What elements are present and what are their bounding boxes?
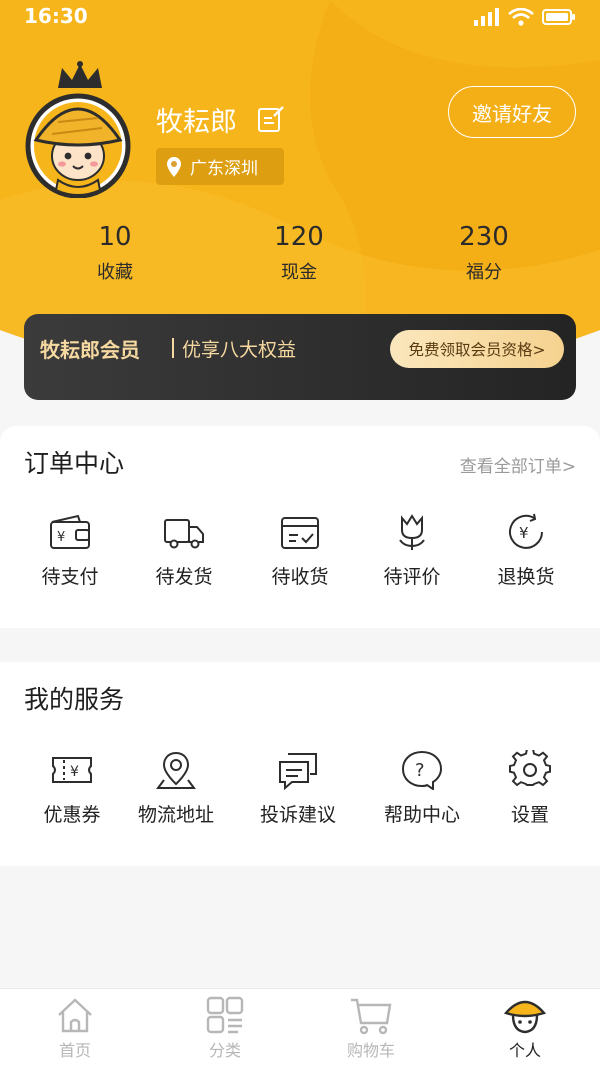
tab-profile[interactable]: 个人 xyxy=(450,995,600,1061)
user-name: 牧耘郎 xyxy=(156,107,237,138)
svg-text:?: ? xyxy=(415,760,425,781)
chat-icon xyxy=(279,753,317,790)
refund-icon: ¥ xyxy=(509,513,543,549)
status-bar: 16:30 xyxy=(0,0,600,34)
tab-label: 首页 xyxy=(58,1041,91,1060)
profile-hat-icon xyxy=(503,1000,547,1034)
gear-icon xyxy=(509,750,551,787)
tab-home[interactable]: 首页 xyxy=(0,995,150,1061)
category-icon xyxy=(206,996,244,1034)
wallet-icon: ¥ xyxy=(50,514,90,549)
avatar[interactable] xyxy=(22,58,140,199)
my-services-card: 我的服务 ¥ 优惠券 物流地址 投诉建议 ? 帮助中心 设置 xyxy=(0,662,600,866)
service-settings[interactable]: 设置 xyxy=(470,750,590,827)
service-label: 设置 xyxy=(510,804,549,826)
service-label: 优惠券 xyxy=(43,804,101,826)
signal-icon xyxy=(474,8,499,26)
tab-label: 购物车 xyxy=(346,1041,395,1060)
stats-row: 10 收藏 120 现金 230 福分 xyxy=(0,222,600,292)
member-subtitle: 优享八大权益 xyxy=(182,339,297,361)
stat-favorites[interactable]: 10 收藏 xyxy=(35,222,195,284)
box-check-icon xyxy=(281,517,319,549)
location-chip: 广东深圳 xyxy=(156,148,284,185)
order-return-exchange[interactable]: ¥ 退换货 xyxy=(466,512,586,589)
stat-label: 福分 xyxy=(466,262,502,283)
tulip-icon xyxy=(399,514,425,550)
order-pending-shipment[interactable]: 待发货 xyxy=(124,512,244,589)
service-logistics-address[interactable]: 物流地址 xyxy=(116,750,236,827)
stat-value: 10 xyxy=(98,222,132,252)
status-time: 16:30 xyxy=(24,4,88,28)
order-label: 待评价 xyxy=(383,566,441,588)
service-complaints[interactable]: 投诉建议 xyxy=(238,750,358,827)
view-all-orders-link[interactable]: 查看全部订单> xyxy=(460,452,576,477)
location-pin-icon xyxy=(156,751,196,789)
bottom-tab-bar: 首页 分类 购物车 个人 xyxy=(0,988,600,1067)
profile-screen: 16:30 牧耘郎 广东深圳 邀请好友 10 收藏 120 现金 230 福分 … xyxy=(0,0,600,1067)
order-label: 待发货 xyxy=(155,566,213,588)
cart-icon xyxy=(351,998,392,1035)
home-icon xyxy=(58,998,92,1033)
my-services-title: 我的服务 xyxy=(24,685,125,714)
order-pending-review[interactable]: 待评价 xyxy=(352,512,472,589)
stat-cash[interactable]: 120 现金 xyxy=(219,222,379,284)
order-pending-receipt[interactable]: 待收货 xyxy=(240,512,360,589)
tab-category[interactable]: 分类 xyxy=(150,995,300,1061)
location-pin-icon xyxy=(167,156,181,177)
battery-icon xyxy=(542,9,575,25)
wifi-icon xyxy=(508,8,534,26)
service-label: 投诉建议 xyxy=(259,804,336,826)
order-label: 退换货 xyxy=(497,566,555,588)
order-label: 待收货 xyxy=(271,566,329,588)
truck-icon xyxy=(164,519,204,549)
order-center-title: 订单中心 xyxy=(24,449,125,478)
edit-icon[interactable] xyxy=(256,104,286,134)
stat-label: 收藏 xyxy=(97,262,133,283)
svg-text:¥: ¥ xyxy=(70,764,79,780)
status-icons xyxy=(474,8,576,26)
coupon-icon: ¥ xyxy=(52,757,92,783)
order-label: 待支付 xyxy=(41,566,99,588)
member-banner[interactable]: 牧耘郎会员 优享八大权益 免费领取会员资格> xyxy=(24,314,576,400)
order-center-card: 订单中心 查看全部订单> ¥ 待支付 待发货 待收货 待评价 ¥ 退换货 xyxy=(0,426,600,628)
member-divider xyxy=(172,338,174,358)
location-text: 广东深圳 xyxy=(190,159,258,179)
tab-label: 个人 xyxy=(508,1041,541,1060)
service-coupons[interactable]: ¥ 优惠券 xyxy=(12,750,132,827)
tab-label: 分类 xyxy=(208,1041,241,1060)
member-title: 牧耘郎会员 xyxy=(40,338,140,362)
service-label: 帮助中心 xyxy=(383,804,460,826)
svg-text:¥: ¥ xyxy=(57,530,65,545)
service-label: 物流地址 xyxy=(137,804,214,826)
order-pending-payment[interactable]: ¥ 待支付 xyxy=(10,512,130,589)
svg-text:¥: ¥ xyxy=(519,524,529,542)
tab-cart[interactable]: 购物车 xyxy=(296,995,446,1061)
stat-label: 现金 xyxy=(281,262,317,283)
service-help-center[interactable]: ? 帮助中心 xyxy=(362,750,482,827)
stat-value: 230 xyxy=(459,222,509,252)
stat-points[interactable]: 230 福分 xyxy=(404,222,564,284)
stat-value: 120 xyxy=(274,222,324,252)
help-icon: ? xyxy=(401,750,443,790)
claim-membership-button[interactable]: 免费领取会员资格> xyxy=(390,330,564,368)
invite-friends-button[interactable]: 邀请好友 xyxy=(448,86,576,138)
